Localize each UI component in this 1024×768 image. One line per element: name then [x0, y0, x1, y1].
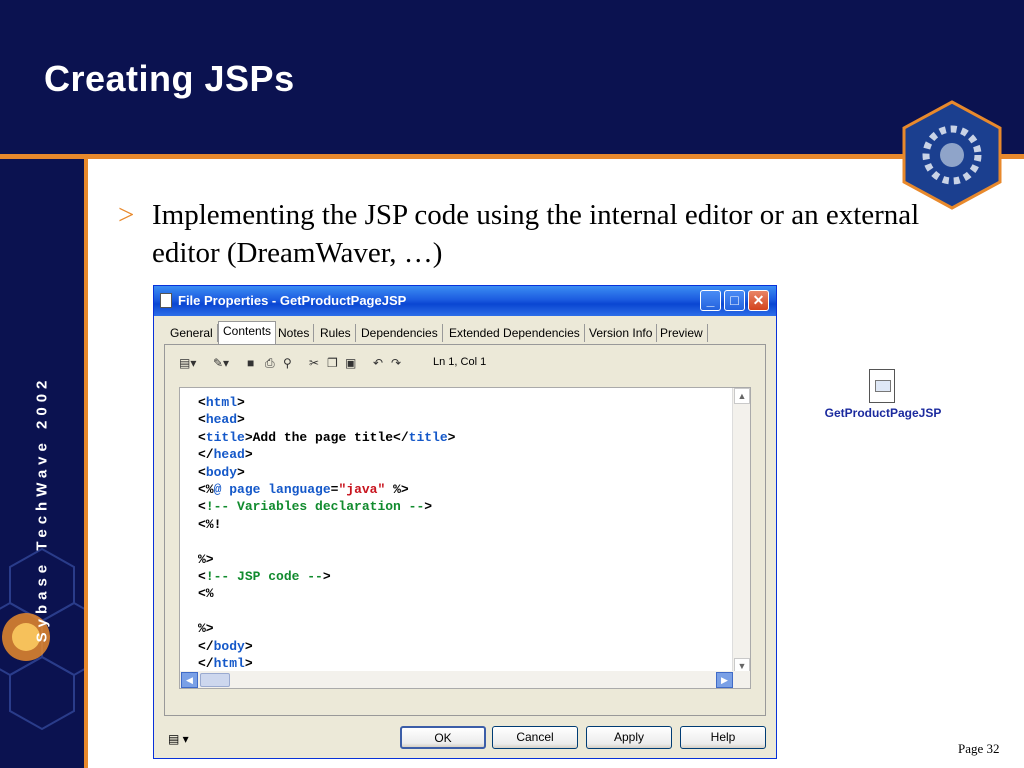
help-button[interactable]: Help [680, 726, 766, 749]
cut-icon[interactable]: ✂ [309, 356, 319, 370]
tab-preview[interactable]: Preview [656, 324, 708, 342]
tab-notes[interactable]: Notes [274, 324, 315, 342]
slide-title: Creating JSPs [44, 58, 295, 99]
options-menu-icon[interactable]: ▤ ▾ [168, 732, 189, 746]
horizontal-scrollbar[interactable]: ◀ ▶ [180, 671, 750, 688]
tab-dependencies[interactable]: Dependencies [357, 324, 443, 342]
minimize-button[interactable]: _ [700, 290, 721, 311]
tab-rules[interactable]: Rules [316, 324, 356, 342]
undo-icon[interactable]: ↶ [373, 356, 383, 370]
contents-panel: ▤▾ ✎▾ ■ ⎙ ⚲ ✂ ❐ ▣ ↶ ↷ Ln 1, Col 1 <html>… [164, 344, 766, 716]
paste-icon[interactable]: ▣ [345, 356, 356, 370]
dialog-titlebar[interactable]: File Properties - GetProductPageJSP _ □ … [154, 286, 776, 316]
apply-button[interactable]: Apply [586, 726, 672, 749]
code-editor[interactable]: <html><html> <head><head> <title>Add the… [179, 387, 751, 689]
cursor-position: Ln 1, Col 1 [433, 356, 487, 368]
copy-icon[interactable]: ❐ [327, 356, 338, 370]
cancel-button[interactable]: Cancel [492, 726, 578, 749]
tab-version-info[interactable]: Version Info [585, 324, 658, 342]
bullet-marker: > [118, 199, 135, 231]
close-button[interactable]: ✕ [748, 290, 769, 311]
editor-toolbar: ▤▾ ✎▾ ■ ⎙ ⚲ ✂ ❐ ▣ ↶ ↷ Ln 1, Col 1 [179, 353, 759, 373]
scroll-up-icon[interactable]: ▲ [734, 388, 750, 404]
sidebar-divider [84, 154, 88, 768]
code-text[interactable]: <html><html> <head><head> <title>Add the… [198, 394, 455, 673]
tab-general[interactable]: General [166, 324, 218, 342]
vertical-scrollbar[interactable]: ▲ ▼ [732, 388, 750, 674]
scroll-thumb[interactable] [200, 673, 230, 687]
maximize-button[interactable]: □ [724, 290, 745, 311]
tab-extended-dependencies[interactable]: Extended Dependencies [445, 324, 585, 342]
file-properties-dialog: File Properties - GetProductPageJSP _ □ … [153, 285, 777, 759]
gear-logo-icon [902, 100, 1002, 210]
redo-icon[interactable]: ↷ [391, 356, 401, 370]
save-icon[interactable]: ■ [247, 356, 254, 370]
ok-button[interactable]: OK [400, 726, 486, 749]
sidebar-brand: Sybase TechWave 2002 [33, 375, 51, 643]
print-icon[interactable]: ⎙ [265, 356, 275, 371]
sidebar: Sybase TechWave 2002 [0, 159, 84, 768]
file-icon-label[interactable]: GetProductPageJSP [810, 406, 956, 420]
list-icon[interactable]: ▤▾ [179, 356, 196, 370]
edit-icon[interactable]: ✎▾ [213, 356, 229, 370]
dialog-title: File Properties - GetProductPageJSP [178, 293, 407, 308]
tab-contents[interactable]: Contents [218, 321, 277, 344]
bullet-text: Implementing the JSP code using the inte… [152, 199, 920, 269]
jsp-file-icon[interactable] [869, 369, 895, 403]
header-divider [0, 154, 1024, 159]
scroll-right-icon[interactable]: ▶ [716, 672, 733, 688]
document-icon [160, 293, 172, 308]
page-number: Page 32 [958, 741, 1000, 756]
scroll-left-icon[interactable]: ◀ [181, 672, 198, 688]
find-icon[interactable]: ⚲ [283, 356, 292, 370]
file-icon-badge [875, 380, 891, 392]
